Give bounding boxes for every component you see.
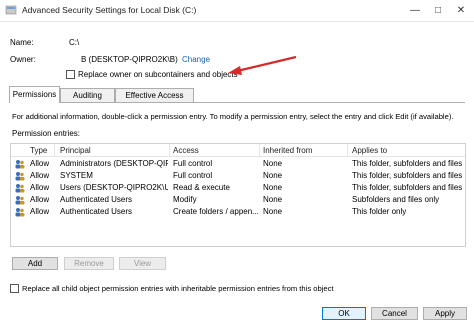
ok-button[interactable]: OK (322, 307, 366, 320)
row-inherited: None (263, 159, 283, 168)
row-inherited: None (263, 171, 283, 180)
cancel-button[interactable]: Cancel (371, 307, 418, 320)
table-row[interactable]: Allow Authenticated Users Modify None Su… (11, 195, 465, 206)
instructions-text: For additional information, double-click… (12, 112, 454, 121)
row-principal: Users (DESKTOP-QIPRO2K\Us... (60, 183, 168, 192)
row-type: Allow (30, 183, 50, 192)
table-row[interactable]: Allow Users (DESKTOP-QIPRO2K\Us... Read … (11, 183, 465, 194)
add-button[interactable]: Add (12, 257, 58, 270)
row-type: Allow (30, 171, 50, 180)
column-header-principal[interactable]: Principal (60, 146, 91, 155)
row-principal: SYSTEM (60, 171, 93, 180)
column-header-type[interactable]: Type (30, 146, 47, 155)
table-row[interactable]: Allow Administrators (DESKTOP-QIP... Ful… (11, 159, 465, 170)
table-header: Type Principal Access Inherited from App… (11, 144, 465, 157)
tab-permissions[interactable]: Permissions (9, 86, 60, 103)
row-type: Allow (30, 159, 50, 168)
row-principal: Authenticated Users (60, 195, 133, 204)
row-access: Create folders / appen... (173, 207, 258, 216)
replace-child-permissions-label: Replace all child object permission entr… (22, 284, 334, 293)
row-inherited: None (263, 207, 283, 216)
row-inherited: None (263, 195, 283, 204)
user-group-icon (15, 184, 25, 193)
permission-entries-table[interactable]: Type Principal Access Inherited from App… (10, 143, 466, 247)
table-row[interactable]: Allow Authenticated Users Create folders… (11, 207, 465, 218)
row-access: Modify (173, 195, 197, 204)
row-applies: Subfolders and files only (352, 195, 440, 204)
tab-auditing[interactable]: Auditing (60, 88, 115, 102)
row-type: Allow (30, 207, 50, 216)
permission-entries-label: Permission entries: (12, 129, 81, 138)
column-header-applies-to[interactable]: Applies to (352, 146, 387, 155)
row-applies: This folder, subfolders and files (352, 159, 463, 168)
row-type: Allow (30, 195, 50, 204)
tab-effective-access[interactable]: Effective Access (115, 88, 194, 102)
row-principal: Authenticated Users (60, 207, 133, 216)
column-header-access[interactable]: Access (173, 146, 199, 155)
user-group-icon (15, 172, 25, 181)
user-group-icon (15, 208, 25, 217)
replace-child-permissions-checkbox[interactable] (10, 284, 19, 293)
table-row[interactable]: Allow SYSTEM Full control None This fold… (11, 171, 465, 182)
user-group-icon (15, 160, 25, 169)
column-header-inherited-from[interactable]: Inherited from (263, 146, 312, 155)
row-applies: This folder only (352, 207, 407, 216)
user-group-icon (15, 196, 25, 205)
row-access: Read & execute (173, 183, 230, 192)
row-applies: This folder, subfolders and files (352, 171, 463, 180)
row-principal: Administrators (DESKTOP-QIP... (60, 159, 168, 168)
row-inherited: None (263, 183, 283, 192)
view-button[interactable]: View (119, 257, 166, 270)
apply-button[interactable]: Apply (423, 307, 467, 320)
remove-button[interactable]: Remove (64, 257, 114, 270)
row-access: Full control (173, 171, 213, 180)
row-access: Full control (173, 159, 213, 168)
row-applies: This folder, subfolders and files (352, 183, 463, 192)
tab-panel-border (9, 102, 465, 103)
